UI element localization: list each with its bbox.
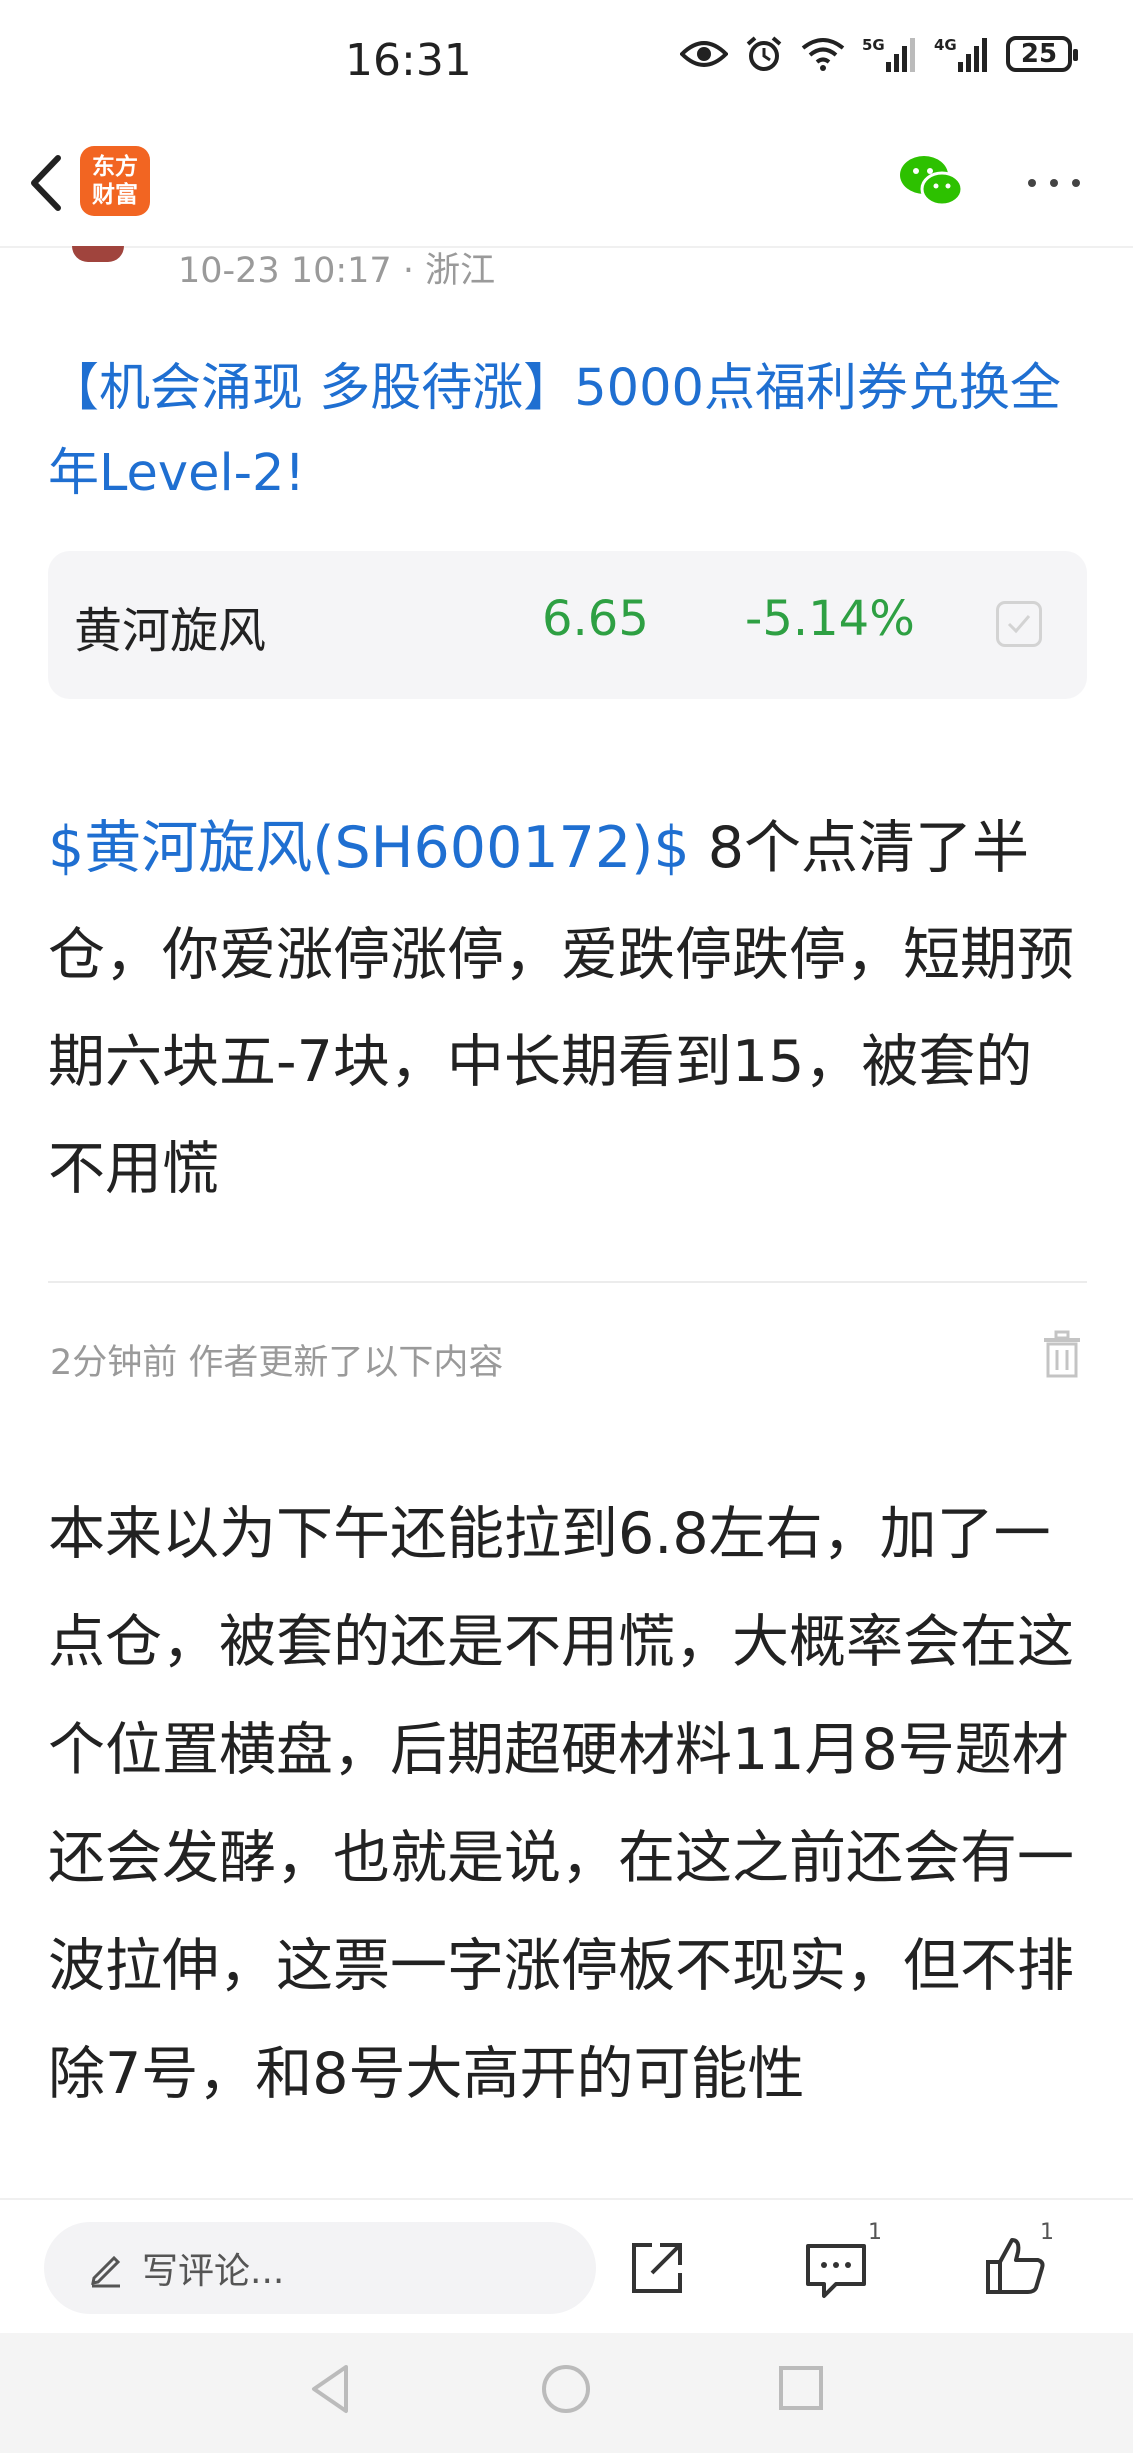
4g-label: 4G xyxy=(934,36,957,54)
status-time: 16:31 xyxy=(345,35,472,86)
alarm-icon xyxy=(746,36,782,71)
wechat-icon[interactable] xyxy=(898,153,964,209)
nav-back-icon[interactable] xyxy=(306,2361,356,2417)
battery-icon: 25 xyxy=(1006,36,1078,72)
add-watchlist-checkbox[interactable] xyxy=(996,601,1042,647)
pen-icon xyxy=(91,2255,121,2288)
share-icon[interactable] xyxy=(626,2237,688,2299)
comment-input[interactable]: 写评论... xyxy=(44,2222,596,2314)
5g-label: 5G xyxy=(862,36,885,54)
battery-level: 25 xyxy=(1020,39,1058,69)
status-icons: 5G 4G 25 xyxy=(680,34,1078,74)
like-count: 1 xyxy=(1040,2220,1054,2245)
comment-count: 1 xyxy=(868,2220,882,2245)
4g-signal-icon: 4G xyxy=(934,36,987,72)
wifi-icon xyxy=(801,38,845,71)
back-arrow-icon[interactable] xyxy=(18,148,78,218)
post-meta: 10-23 10:17 · 浙江 xyxy=(178,251,496,291)
nav-recent-icon[interactable] xyxy=(778,2365,824,2411)
stock-tag-link[interactable]: $黄河旋风(SH600172)$ xyxy=(48,815,690,881)
post-body: $黄河旋风(SH600172)$ 8个点清了半仓，你爱涨停涨停，爱跌停跌停，短期… xyxy=(48,795,1088,1223)
stock-change: -5.14% xyxy=(745,591,915,647)
app-logo[interactable]: 东方 财富 xyxy=(80,146,150,216)
comment-icon[interactable] xyxy=(804,2240,868,2300)
stock-price: 6.65 xyxy=(542,591,649,647)
more-icon[interactable] xyxy=(1024,168,1084,198)
content-divider xyxy=(48,1281,1087,1283)
stock-name: 黄河旋风 xyxy=(74,603,267,659)
5g-signal-icon: 5G xyxy=(862,36,915,72)
nav-home-icon[interactable] xyxy=(540,2363,592,2415)
eye-icon xyxy=(680,41,728,67)
system-nav-bar xyxy=(0,2333,1133,2453)
logo-line-2: 财富 xyxy=(92,182,138,208)
avatar[interactable] xyxy=(72,246,124,262)
thumbs-up-icon[interactable] xyxy=(984,2234,1046,2298)
promo-link[interactable]: 【机会涌现 多股待涨】5000点福利券兑换全年Level-2! xyxy=(48,346,1088,516)
check-icon xyxy=(1007,615,1031,634)
update-body: 本来以为下午还能拉到6.8左右，加了一点仓，被套的还是不用慌，大概率会在这个位置… xyxy=(48,1501,1074,2107)
comment-placeholder: 写评论... xyxy=(142,2251,285,2292)
bottom-action-bar: 写评论... 1 1 xyxy=(0,2198,1133,2335)
update-note: 2分钟前 作者更新了以下内容 xyxy=(50,1343,504,1383)
logo-line-1: 东方 xyxy=(92,154,138,180)
stock-card[interactable]: 黄河旋风 6.65 -5.14% xyxy=(48,551,1087,699)
trash-icon[interactable] xyxy=(1040,1330,1084,1380)
header-divider xyxy=(0,246,1133,248)
